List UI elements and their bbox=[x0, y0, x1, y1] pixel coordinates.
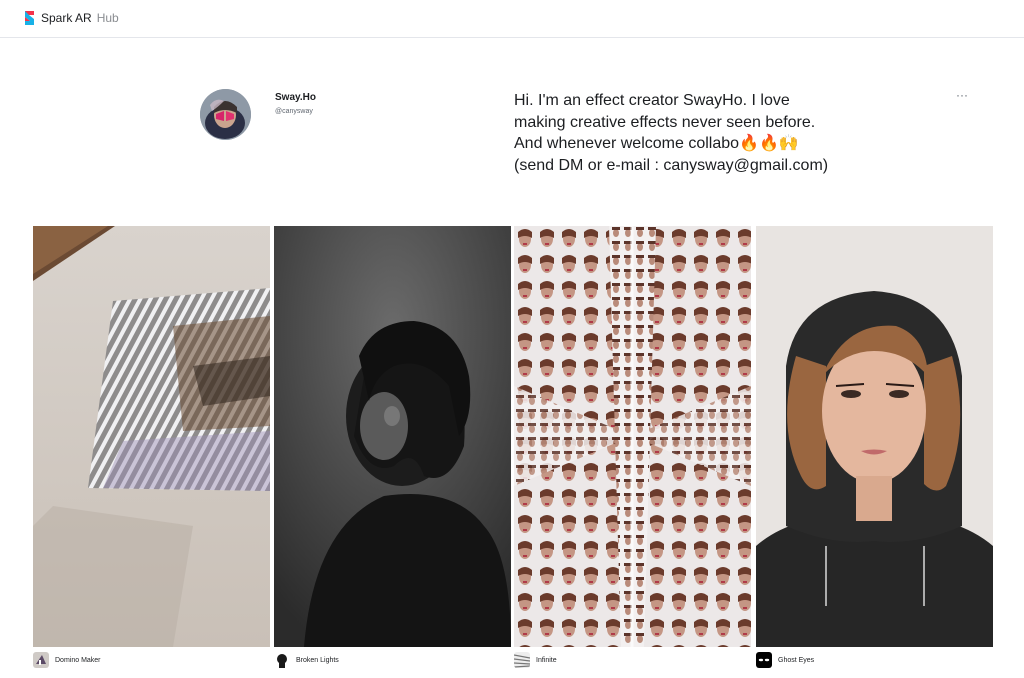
broken-lights-thumb-icon bbox=[274, 652, 290, 668]
spark-ar-logo-icon bbox=[25, 11, 34, 25]
effect-card-ghost-eyes[interactable] bbox=[756, 226, 993, 647]
domino-maker-thumb-icon bbox=[33, 652, 49, 668]
effect-caption-infinite[interactable]: Infinite bbox=[514, 652, 557, 668]
infinite-thumb-icon bbox=[514, 652, 530, 668]
effect-caption-domino-maker[interactable]: Domino Maker bbox=[33, 652, 101, 668]
effect-name: Domino Maker bbox=[55, 656, 101, 664]
effect-name: Infinite bbox=[536, 656, 557, 664]
ghost-eyes-thumb-icon bbox=[756, 652, 772, 668]
profile-handle: @canysway bbox=[275, 108, 313, 115]
effect-preview-image bbox=[33, 226, 270, 647]
effect-card-broken-lights[interactable] bbox=[274, 226, 511, 647]
brand-sub: Hub bbox=[96, 11, 119, 25]
effect-card-domino-maker[interactable] bbox=[33, 226, 270, 647]
effect-name: Broken Lights bbox=[296, 656, 339, 664]
effect-preview-image bbox=[274, 226, 511, 647]
effect-caption-broken-lights[interactable]: Broken Lights bbox=[274, 652, 339, 668]
effect-card-infinite[interactable] bbox=[514, 226, 751, 647]
more-options-button[interactable]: ··· bbox=[956, 88, 968, 102]
brand-name: Spark AR bbox=[41, 11, 92, 25]
effect-preview-image bbox=[514, 226, 751, 647]
profile-name[interactable]: Sway.Ho bbox=[275, 92, 316, 103]
brand-link[interactable]: Spark AR Hub bbox=[23, 10, 119, 26]
top-bar: Spark AR Hub bbox=[0, 0, 1024, 38]
effect-caption-ghost-eyes[interactable]: Ghost Eyes bbox=[756, 652, 814, 668]
profile-bio: Hi. I'm an effect creator SwayHo. I love… bbox=[514, 92, 829, 174]
avatar[interactable] bbox=[200, 89, 251, 140]
effect-name: Ghost Eyes bbox=[778, 656, 815, 664]
effect-preview-image bbox=[756, 226, 993, 647]
